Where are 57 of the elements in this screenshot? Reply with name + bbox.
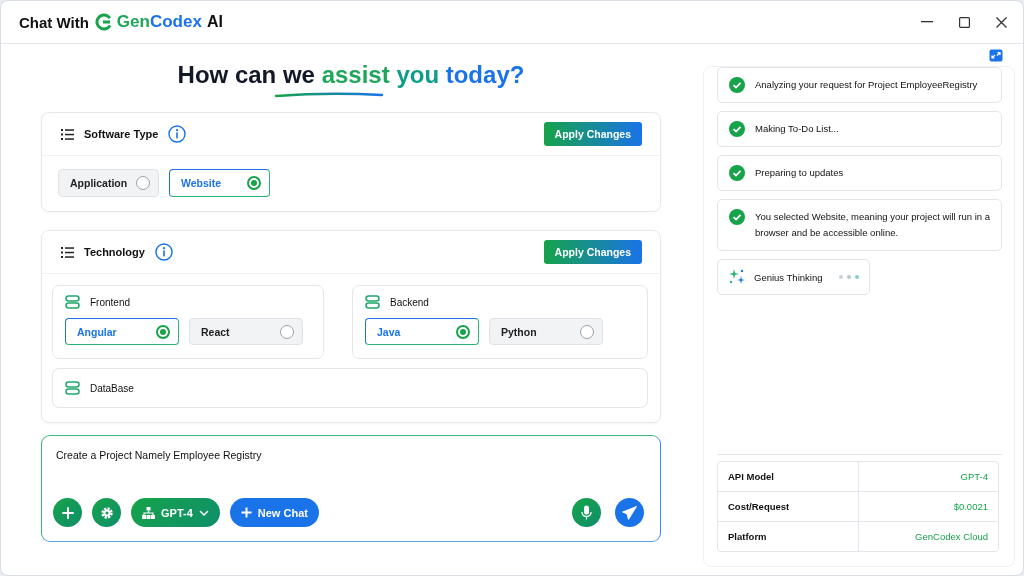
status-text: Making To-Do List...: [755, 122, 839, 136]
sparkle-icon: [729, 269, 745, 285]
minimize-icon[interactable]: [921, 21, 933, 23]
list-icon: [61, 128, 74, 140]
microphone-button[interactable]: [572, 498, 601, 527]
section-title: Software Type: [84, 128, 159, 140]
prompt-box[interactable]: Create a Project Namely Employee Registry GPT-4 New Chat: [41, 435, 661, 542]
info-icon[interactable]: [168, 125, 187, 143]
info-icon[interactable]: [154, 243, 173, 261]
maximize-icon[interactable]: [959, 16, 970, 28]
server-icon: [65, 295, 80, 309]
option-radio[interactable]: React: [189, 318, 303, 345]
server-icon: [65, 381, 80, 395]
typing-dots-icon: [839, 275, 860, 279]
brand-name: GenCodex: [116, 12, 202, 32]
apply-changes-button[interactable]: Apply Changes: [543, 122, 642, 146]
status-text: Preparing to updates: [755, 166, 844, 180]
add-button[interactable]: [53, 498, 82, 527]
send-icon: [622, 505, 637, 520]
option-radio[interactable]: Python: [489, 318, 603, 345]
group-title: DataBase: [90, 382, 134, 394]
section-title: Technology: [84, 246, 145, 258]
heading: How can we assist you today?: [176, 60, 526, 90]
chevron-down-icon: [198, 509, 209, 516]
plus-icon: [61, 506, 74, 519]
thinking-label: Genius Thinking: [754, 271, 823, 283]
table-cell-text: GenCodex Cloud: [914, 530, 989, 544]
close-icon[interactable]: [996, 16, 1007, 28]
settings-button[interactable]: [92, 498, 121, 527]
status-text: Analyzing your request for Project EmployeeRegistry: [755, 78, 978, 92]
hierarchy-icon: [142, 506, 155, 519]
model-dropdown[interactable]: GPT-4: [131, 498, 220, 527]
logo-icon: [94, 13, 113, 31]
table-cell: API Model: [718, 462, 859, 491]
table-cell-text: $0.0021: [952, 500, 989, 514]
table-cell: Cost/Request: [718, 492, 859, 521]
option-radio[interactable]: Website: [169, 169, 270, 197]
table-cell-text: GPT-4: [959, 470, 989, 484]
settings-icon: [99, 505, 114, 520]
list-icon: [61, 246, 74, 258]
group-title: Frontend: [90, 296, 131, 308]
prompt-text: Create a Project Namely Employee Registry: [56, 449, 263, 461]
option-radio[interactable]: Angular: [65, 318, 179, 345]
group-title: Backend: [390, 296, 429, 308]
send-button[interactable]: [615, 498, 644, 527]
brand-suffix: AI: [206, 13, 223, 31]
status-text: You selected Website, meaning your project will run in a browser and be accessible online.: [755, 210, 991, 240]
table-cell: Platform: [718, 522, 859, 551]
microphone-icon: [581, 505, 592, 520]
window-title: Chat With: [19, 13, 89, 31]
apply-changes-button[interactable]: Apply Changes: [543, 240, 642, 264]
option-radio[interactable]: Java: [365, 318, 479, 345]
plus-icon: [240, 507, 252, 518]
server-icon: [365, 295, 380, 309]
option-radio[interactable]: Application: [58, 169, 159, 197]
expand-icon[interactable]: [989, 48, 1003, 62]
new-chat-button[interactable]: New Chat: [229, 498, 319, 527]
